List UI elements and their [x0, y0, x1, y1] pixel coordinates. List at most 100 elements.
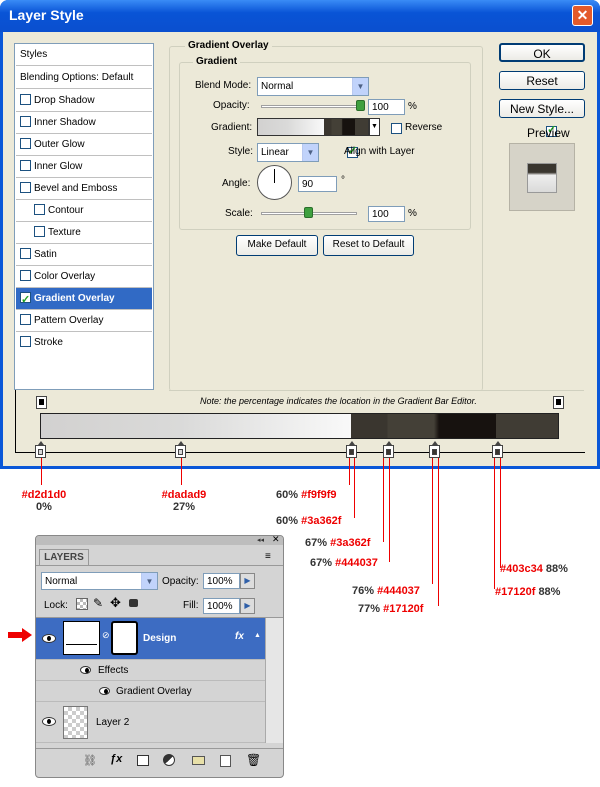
- opacity-stop-left[interactable]: [36, 396, 47, 409]
- panel-header-strip[interactable]: [36, 536, 283, 545]
- gradient-dropdown-arrow-icon[interactable]: ▼: [369, 118, 380, 136]
- annotation-hex: #403c34: [500, 563, 543, 575]
- lock-pixels-icon[interactable]: ✎: [93, 596, 103, 610]
- satin-checkbox[interactable]: [20, 248, 31, 259]
- title-bar[interactable]: [0, 0, 600, 32]
- color-stop[interactable]: [429, 441, 441, 458]
- style-select[interactable]: Linear ▼: [257, 143, 319, 162]
- color-overlay-checkbox[interactable]: [20, 270, 31, 281]
- blend-mode-select[interactable]: Normal ▼: [257, 77, 369, 96]
- stroke-checkbox[interactable]: [20, 336, 31, 347]
- color-stop[interactable]: [175, 441, 187, 458]
- layer-mask-thumbnail[interactable]: [111, 621, 138, 655]
- color-stop-swatch: [385, 449, 391, 455]
- color-stop-swatch: [349, 449, 355, 455]
- pattern-overlay-checkbox[interactable]: [20, 314, 31, 325]
- effects-eye-icon[interactable]: [80, 666, 91, 674]
- contour-item[interactable]: Contour: [16, 200, 152, 222]
- make-default-button[interactable]: Make Default: [236, 235, 318, 256]
- inner-shadow-checkbox[interactable]: [20, 116, 31, 127]
- layer-name-design[interactable]: Design: [143, 633, 176, 644]
- outer-glow-checkbox[interactable]: [20, 138, 31, 149]
- stroke-item[interactable]: Stroke: [16, 332, 152, 354]
- adjustment-layer-icon[interactable]: [163, 754, 175, 766]
- fill-arrow-icon[interactable]: ▶: [240, 598, 255, 614]
- inner-shadow-label: Inner Shadow: [34, 117, 96, 128]
- reset-to-default-button[interactable]: Reset to Default: [323, 235, 414, 256]
- close-panel-icon[interactable]: ✕: [272, 534, 280, 545]
- ok-button[interactable]: OK: [499, 43, 585, 62]
- pattern-overlay-item[interactable]: Pattern Overlay: [16, 310, 152, 332]
- styles-header[interactable]: Styles: [16, 44, 152, 66]
- opacity-arrow-icon[interactable]: ▶: [240, 573, 255, 589]
- link-layers-icon[interactable]: ⛓: [83, 754, 97, 767]
- layers-scrollbar[interactable]: [265, 618, 283, 743]
- add-style-icon[interactable]: ƒx: [110, 753, 122, 765]
- scale-field[interactable]: 100: [368, 206, 405, 222]
- color-stop[interactable]: [346, 441, 358, 458]
- contour-checkbox[interactable]: [34, 204, 45, 215]
- inner-shadow-item[interactable]: Inner Shadow: [16, 112, 152, 134]
- layers-tab[interactable]: LAYERS: [39, 549, 89, 565]
- gradient-bar[interactable]: [40, 413, 559, 439]
- effect-gradient-overlay-row[interactable]: Gradient Overlay: [36, 682, 283, 702]
- visibility-eye-icon[interactable]: [42, 717, 56, 726]
- fill-field[interactable]: 100%: [203, 598, 240, 614]
- angle-dial[interactable]: [257, 165, 292, 200]
- close-button[interactable]: ✕: [572, 5, 593, 26]
- chevron-down-icon: ▼: [302, 144, 318, 161]
- drop-shadow-checkbox[interactable]: [20, 94, 31, 105]
- color-stop[interactable]: [491, 441, 503, 458]
- color-overlay-item[interactable]: Color Overlay: [16, 266, 152, 288]
- opacity-slider[interactable]: [261, 105, 361, 108]
- annotation-line: [354, 458, 355, 518]
- opacity-stop-right[interactable]: [553, 396, 564, 409]
- new-layer-icon[interactable]: [220, 755, 231, 767]
- gradient-overlay-item[interactable]: Gradient Overlay: [16, 288, 152, 311]
- effects-label: Effects: [98, 665, 129, 676]
- reverse-checkbox[interactable]: [391, 123, 402, 134]
- panel-menu-icon[interactable]: ≡: [265, 551, 271, 562]
- collapse-icon[interactable]: ◂◂: [257, 536, 264, 544]
- new-group-icon[interactable]: [192, 756, 205, 765]
- angle-field[interactable]: 90: [298, 176, 337, 192]
- opacity-pct: %: [408, 101, 417, 112]
- lock-position-icon[interactable]: ✥: [110, 595, 121, 611]
- opacity-slider-thumb[interactable]: [356, 100, 365, 111]
- layers-opacity-field[interactable]: 100%: [203, 573, 240, 589]
- bevel-emboss-checkbox[interactable]: [20, 182, 31, 193]
- blending-options-item[interactable]: Blending Options: Default: [16, 67, 152, 89]
- texture-checkbox[interactable]: [34, 226, 45, 237]
- gradient-picker[interactable]: [257, 118, 369, 136]
- outer-glow-item[interactable]: Outer Glow: [16, 134, 152, 156]
- lock-transparency-icon[interactable]: [76, 598, 88, 610]
- annotation-pct: 67%: [310, 557, 333, 569]
- inner-glow-checkbox[interactable]: [20, 160, 31, 171]
- lock-all-icon[interactable]: [129, 599, 138, 607]
- drop-shadow-item[interactable]: Drop Shadow: [16, 90, 152, 112]
- gradient-overlay-checkbox[interactable]: [20, 289, 31, 311]
- color-stop[interactable]: [35, 441, 46, 458]
- bevel-emboss-item[interactable]: Bevel and Emboss: [16, 178, 152, 200]
- layer-row-design[interactable]: ⊘ Design fx ▲: [36, 618, 283, 660]
- texture-item[interactable]: Texture: [16, 222, 152, 244]
- visibility-eye-icon[interactable]: [42, 634, 56, 643]
- opacity-field[interactable]: 100: [368, 99, 405, 115]
- new-style-button[interactable]: New Style...: [499, 99, 585, 118]
- color-stop[interactable]: [382, 441, 394, 458]
- effects-row[interactable]: Effects: [36, 661, 283, 681]
- layer-row-layer2[interactable]: Layer 2: [36, 703, 283, 743]
- add-mask-icon[interactable]: [137, 755, 149, 766]
- trash-icon[interactable]: 🗑: [246, 753, 261, 767]
- inner-glow-item[interactable]: Inner Glow: [16, 156, 152, 178]
- satin-item[interactable]: Satin: [16, 244, 152, 266]
- expand-toggle-icon[interactable]: ▲: [254, 632, 261, 639]
- scale-slider-thumb[interactable]: [304, 207, 313, 218]
- link-chain-icon[interactable]: ⊘: [102, 630, 110, 641]
- angle-label: Angle:: [222, 178, 251, 189]
- fx-icon[interactable]: fx: [235, 631, 244, 642]
- reset-button[interactable]: Reset: [499, 71, 585, 90]
- blend-mode-select[interactable]: Normal ▼: [41, 572, 158, 590]
- effect-eye-icon[interactable]: [99, 687, 110, 695]
- layer-name-layer2[interactable]: Layer 2: [96, 717, 129, 728]
